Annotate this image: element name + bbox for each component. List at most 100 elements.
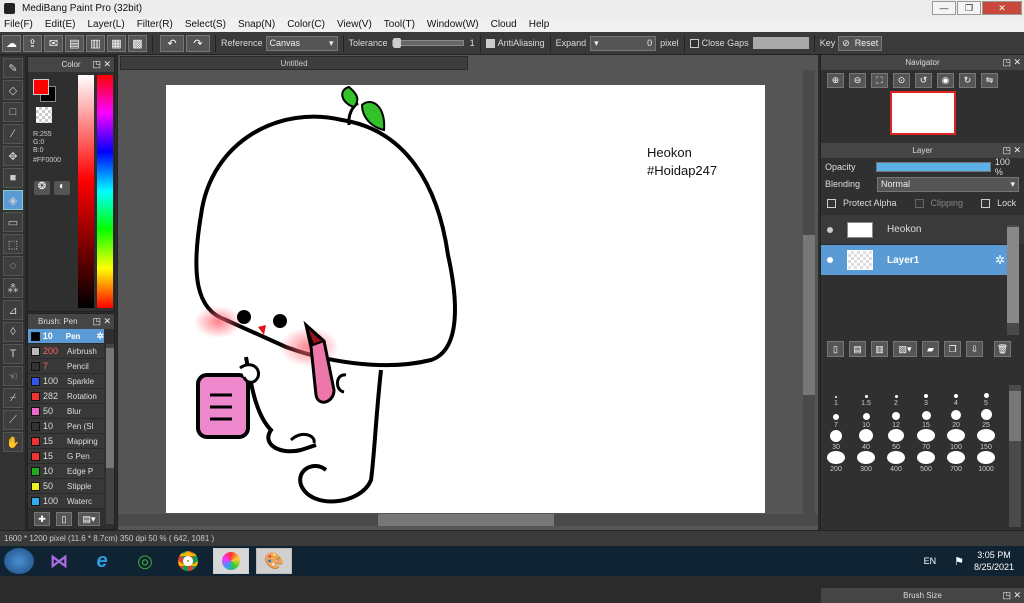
dot-tool-icon[interactable]: ∕ xyxy=(3,124,23,144)
select-rect-tool-icon[interactable]: ⬚ xyxy=(3,234,23,254)
brush-size-cell[interactable]: 7 xyxy=(821,407,851,429)
brush-size-cell[interactable]: 700 xyxy=(941,451,971,473)
close-gaps-slider[interactable] xyxy=(752,37,809,49)
brush-size-cell[interactable]: 400 xyxy=(881,451,911,473)
brush-item[interactable]: 7 Pencil xyxy=(28,359,104,374)
magic-wand-tool-icon[interactable]: ⁂ xyxy=(3,278,23,298)
brush-item[interactable]: 15 Mapping xyxy=(28,434,104,449)
brush-size-cell[interactable]: 1000 xyxy=(971,451,1001,473)
menu-edit[interactable]: Edit(E) xyxy=(45,17,76,32)
brush-size-cell[interactable]: 10 xyxy=(851,407,881,429)
brush-item[interactable]: 50 Blur xyxy=(28,404,104,419)
brush-size-cell[interactable]: 100 xyxy=(941,429,971,451)
app-green-icon[interactable]: ◎ xyxy=(127,548,163,574)
operation-tool-icon[interactable]: ☜ xyxy=(3,366,23,386)
layer-scrollbar[interactable] xyxy=(1007,225,1019,335)
medibang-taskbar-icon[interactable] xyxy=(213,548,249,574)
reset-button[interactable]: ⊘ Reset xyxy=(838,35,883,51)
layer-row-layer1[interactable]: Layer1 ✲ xyxy=(821,245,1007,275)
gear-icon[interactable]: ✲ xyxy=(995,253,1005,267)
eyedropper-tool-icon[interactable]: ⌿ xyxy=(3,388,23,408)
fill-rect-tool-icon[interactable]: ■ xyxy=(3,168,23,188)
visual-studio-icon[interactable]: ⋈ xyxy=(41,548,77,574)
start-button[interactable] xyxy=(4,548,34,574)
minimize-button[interactable]: — xyxy=(932,1,956,15)
language-indicator[interactable]: EN xyxy=(924,556,937,566)
brush-size-cell[interactable]: 20 xyxy=(941,407,971,429)
brush-scrollbar[interactable] xyxy=(106,344,114,524)
bucket-tool-icon[interactable]: ◈ xyxy=(3,190,23,210)
reference-select[interactable]: Canvas ▾ xyxy=(265,35,338,51)
expand-input[interactable]: ▾ 0 xyxy=(590,35,657,51)
layer-row-heokon[interactable]: Heokon xyxy=(821,215,1024,245)
divide-tool-icon[interactable]: ⟋ xyxy=(3,410,23,430)
paint-icon[interactable]: 🎨 xyxy=(256,548,292,574)
brush-size-cell[interactable]: 30 xyxy=(821,429,851,451)
brush-item[interactable]: 200 Airbrush xyxy=(28,344,104,359)
color-wheel-icon[interactable]: ❂ xyxy=(34,181,50,195)
brush-item[interactable]: 10 Pen ✲ xyxy=(28,329,104,344)
menu-window[interactable]: Window(W) xyxy=(427,17,479,32)
brush-size-cell[interactable]: 200 xyxy=(821,451,851,473)
brush-size-cell[interactable]: 3 xyxy=(911,385,941,407)
document-tab[interactable]: Untitled xyxy=(120,56,468,70)
vertical-scrollbar[interactable] xyxy=(803,70,815,515)
transparent-swatch[interactable] xyxy=(36,107,52,123)
visibility-icon[interactable] xyxy=(827,257,833,263)
menu-cloud[interactable]: Cloud xyxy=(491,17,517,32)
brush-item[interactable]: 50 Stipple xyxy=(28,479,104,494)
clock[interactable]: 3:05 PM 8/25/2021 xyxy=(974,549,1014,573)
primary-color-swatch[interactable] xyxy=(33,79,49,95)
flag-icon[interactable]: ⚑ xyxy=(954,555,964,568)
duplicate-layer-icon[interactable]: ❐ xyxy=(944,341,961,357)
tolerance-slider[interactable] xyxy=(391,38,464,48)
new-brush-icon[interactable]: ▯ xyxy=(56,512,72,526)
text-tool-icon[interactable]: T xyxy=(3,344,23,364)
brush-size-cell[interactable]: 150 xyxy=(971,429,1001,451)
clipping-checkbox[interactable] xyxy=(914,198,924,208)
brush-size-scrollbar[interactable] xyxy=(1009,385,1021,527)
panel-close-icon[interactable]: ◳ ✕ xyxy=(1002,588,1021,603)
brush-size-cell[interactable]: 40 xyxy=(851,429,881,451)
brush-item[interactable]: 10 Pen (Sl xyxy=(28,419,104,434)
menu-view[interactable]: View(V) xyxy=(337,17,372,32)
brush-size-cell[interactable]: 300 xyxy=(851,451,881,473)
brush-size-cell[interactable]: 5 xyxy=(971,385,1001,407)
panel-close-icon[interactable]: ◳ ✕ xyxy=(1002,143,1021,158)
new-halftone-layer-icon[interactable]: ▤ xyxy=(849,341,866,357)
horizontal-scrollbar[interactable] xyxy=(118,514,818,526)
brush-size-cell[interactable]: 1.5 xyxy=(851,385,881,407)
reset-rotation-icon[interactable]: ◉ xyxy=(937,73,954,88)
hand-tool-icon[interactable]: ✋ xyxy=(3,432,23,452)
brush-size-cell[interactable]: 50 xyxy=(881,429,911,451)
panel-close-icon[interactable]: ◳ ✕ xyxy=(92,314,111,329)
close-button[interactable]: ✕ xyxy=(982,1,1022,15)
navigator-thumbnail[interactable] xyxy=(889,91,956,135)
brush-menu-icon[interactable]: ▤▾ xyxy=(78,512,100,526)
new-8bit-layer-icon[interactable]: ▥ xyxy=(871,341,888,357)
tiles-icon[interactable]: ▩ xyxy=(128,34,147,52)
fit-icon[interactable]: ⛶ xyxy=(871,73,888,88)
brush-size-cell[interactable]: 2 xyxy=(881,385,911,407)
grid-icon[interactable]: ▦ xyxy=(107,34,126,52)
brush-item[interactable]: 100 Waterc xyxy=(28,494,104,509)
actual-size-icon[interactable]: ⊙ xyxy=(893,73,910,88)
opacity-slider[interactable] xyxy=(876,161,991,172)
brush-size-cell[interactable]: 25 xyxy=(971,407,1001,429)
move-tool-icon[interactable]: ✥ xyxy=(3,146,23,166)
redo-icon[interactable]: ↷ xyxy=(186,34,210,52)
chrome-icon[interactable] xyxy=(170,548,206,574)
share-icon[interactable]: ⇪ xyxy=(23,34,42,52)
menu-select[interactable]: Select(S) xyxy=(185,17,226,32)
menu-snap[interactable]: Snap(N) xyxy=(238,17,275,32)
brush-tool-icon[interactable]: ✎ xyxy=(3,58,23,78)
select-pen-tool-icon[interactable]: ⊿ xyxy=(3,300,23,320)
shape-tool-icon[interactable]: □ xyxy=(3,102,23,122)
flip-icon[interactable]: ⇋ xyxy=(981,73,998,88)
brush-size-cell[interactable]: 500 xyxy=(911,451,941,473)
hue-bar[interactable] xyxy=(97,75,113,308)
brush-item[interactable]: 282 Rotation xyxy=(28,389,104,404)
close-gaps-checkbox[interactable] xyxy=(689,38,699,48)
chat-icon[interactable]: ▤ xyxy=(65,34,84,52)
zoom-in-icon[interactable]: ⊕ xyxy=(827,73,844,88)
